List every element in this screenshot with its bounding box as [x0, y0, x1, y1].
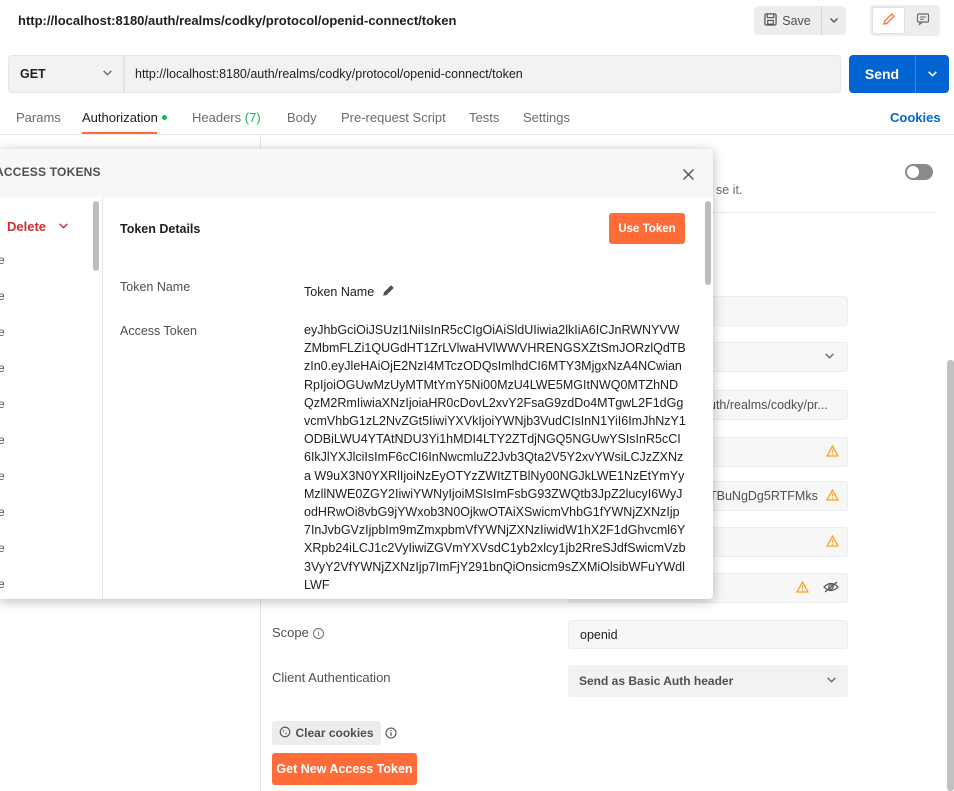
- clear-cookies-button[interactable]: Clear cookies: [272, 721, 381, 745]
- scope-input[interactable]: openid: [568, 620, 848, 649]
- info-icon[interactable]: [385, 727, 397, 742]
- pencil-icon[interactable]: [382, 284, 395, 300]
- eye-slash-icon[interactable]: [823, 581, 839, 596]
- partial-help-text: se it.: [716, 183, 743, 197]
- clear-cookies-label: Clear cookies: [295, 726, 374, 740]
- client-id-fragment: TBuNgDg5RTFMks: [709, 489, 818, 503]
- cookies-link[interactable]: Cookies: [890, 110, 941, 125]
- auth-toggle-switch[interactable]: [905, 164, 933, 180]
- client-authentication-value: Send as Basic Auth header: [579, 674, 734, 688]
- headers-count-badge: (7): [244, 110, 261, 125]
- token-list-item[interactable]: e: [0, 433, 5, 447]
- token-name-text: Token Name: [304, 285, 375, 299]
- get-new-access-token-button[interactable]: Get New Access Token: [272, 753, 417, 785]
- token-list-item[interactable]: e: [0, 289, 5, 303]
- documentation-mode-button[interactable]: [907, 7, 938, 34]
- scope-label-text: Scope: [272, 625, 309, 640]
- request-header: http://localhost:8180/auth/realms/codky/…: [0, 0, 954, 42]
- callback-url-fragment: uth/realms/codky/pr...: [709, 398, 828, 412]
- edit-mode-button[interactable]: [872, 7, 905, 34]
- tab-label: Headers: [192, 110, 242, 125]
- chevron-down-icon: [824, 350, 835, 364]
- token-list-item[interactable]: e: [0, 541, 5, 555]
- tab-label: Params: [16, 110, 61, 125]
- access-token-label: Access Token: [120, 324, 197, 338]
- info-icon[interactable]: i: [312, 628, 324, 640]
- tab-body[interactable]: Body: [287, 110, 317, 125]
- warning-icon: [825, 444, 840, 460]
- token-list-item[interactable]: e: [0, 577, 5, 591]
- token-list-item[interactable]: e: [0, 361, 5, 375]
- chevron-down-icon: [58, 219, 69, 234]
- modal-header: ACCESS TOKENS: [0, 149, 713, 197]
- http-method-select[interactable]: GET: [8, 55, 124, 93]
- tab-label: Authorization: [82, 110, 158, 125]
- floppy-disk-icon: [764, 12, 777, 29]
- token-details-scrollbar[interactable]: [705, 201, 711, 285]
- tab-authorization[interactable]: Authorization: [82, 110, 167, 134]
- save-label: Save: [782, 13, 811, 28]
- token-details-title: Token Details: [120, 222, 201, 236]
- save-button-group: Save: [754, 6, 846, 35]
- send-button[interactable]: Send: [849, 55, 916, 93]
- tab-label: Pre-request Script: [341, 110, 446, 125]
- access-token-value: eyJhbGciOiJSUzI1NiIsInR5cCIgOiAiSldUIiwi…: [304, 323, 686, 592]
- url-input[interactable]: [124, 55, 841, 93]
- token-list-scrollbar[interactable]: [93, 201, 99, 271]
- tab-pre-request-script[interactable]: Pre-request Script: [341, 110, 446, 125]
- pencil-icon: [882, 12, 896, 29]
- http-method-value: GET: [20, 67, 46, 81]
- view-mode-toggle: [870, 5, 940, 36]
- token-list-item[interactable]: e: [0, 505, 5, 519]
- tab-label: Body: [287, 110, 317, 125]
- tab-headers[interactable]: Headers (7): [192, 110, 261, 125]
- client-authentication-select[interactable]: Send as Basic Auth header: [568, 665, 848, 697]
- delete-button[interactable]: Delete: [7, 219, 69, 234]
- tab-label: Settings: [523, 110, 570, 125]
- send-dropdown-button[interactable]: [916, 55, 949, 93]
- token-list: Delete e e e e e e e e e e: [0, 197, 103, 599]
- token-list-item[interactable]: e: [0, 469, 5, 483]
- scope-label: Scope i: [272, 625, 324, 640]
- token-list-item[interactable]: e: [0, 253, 5, 267]
- save-dropdown-button[interactable]: [822, 6, 846, 35]
- warning-icon: [795, 580, 810, 596]
- chevron-down-icon: [826, 674, 837, 688]
- cookie-icon: [279, 726, 291, 741]
- warning-icon: [825, 534, 840, 550]
- token-list-item[interactable]: e: [0, 397, 5, 411]
- active-indicator-dot: [161, 115, 167, 121]
- request-tabs: Params Authorization Headers (7) Body Pr…: [0, 100, 954, 135]
- token-name-label: Token Name: [120, 280, 191, 294]
- token-details-panel: Token Details Use Token Token Name Token…: [104, 197, 713, 599]
- auth-panel-scrollbar[interactable]: [947, 360, 954, 791]
- save-button[interactable]: Save: [754, 6, 822, 35]
- request-title[interactable]: http://localhost:8180/auth/realms/codky/…: [18, 13, 456, 28]
- chevron-down-icon: [927, 67, 938, 82]
- client-authentication-label: Client Authentication: [272, 670, 391, 685]
- chevron-down-icon: [829, 13, 839, 28]
- chevron-down-icon: [102, 67, 113, 81]
- token-list-item[interactable]: e: [0, 325, 5, 339]
- warning-icon: [825, 488, 840, 504]
- access-tokens-modal: ACCESS TOKENS Delete e e e e e e e e e e…: [0, 149, 713, 599]
- modal-title: ACCESS TOKENS: [0, 165, 101, 179]
- token-name-value: Token Name: [304, 284, 395, 300]
- tab-params[interactable]: Params: [16, 110, 61, 125]
- use-token-button[interactable]: Use Token: [609, 213, 685, 244]
- scope-value: openid: [580, 627, 618, 642]
- close-icon[interactable]: [679, 165, 697, 183]
- delete-label: Delete: [7, 219, 47, 234]
- tab-settings[interactable]: Settings: [523, 110, 570, 125]
- send-button-group: Send: [849, 55, 949, 93]
- tab-label: Tests: [469, 110, 500, 125]
- tab-tests[interactable]: Tests: [469, 110, 499, 125]
- comment-icon: [916, 12, 930, 29]
